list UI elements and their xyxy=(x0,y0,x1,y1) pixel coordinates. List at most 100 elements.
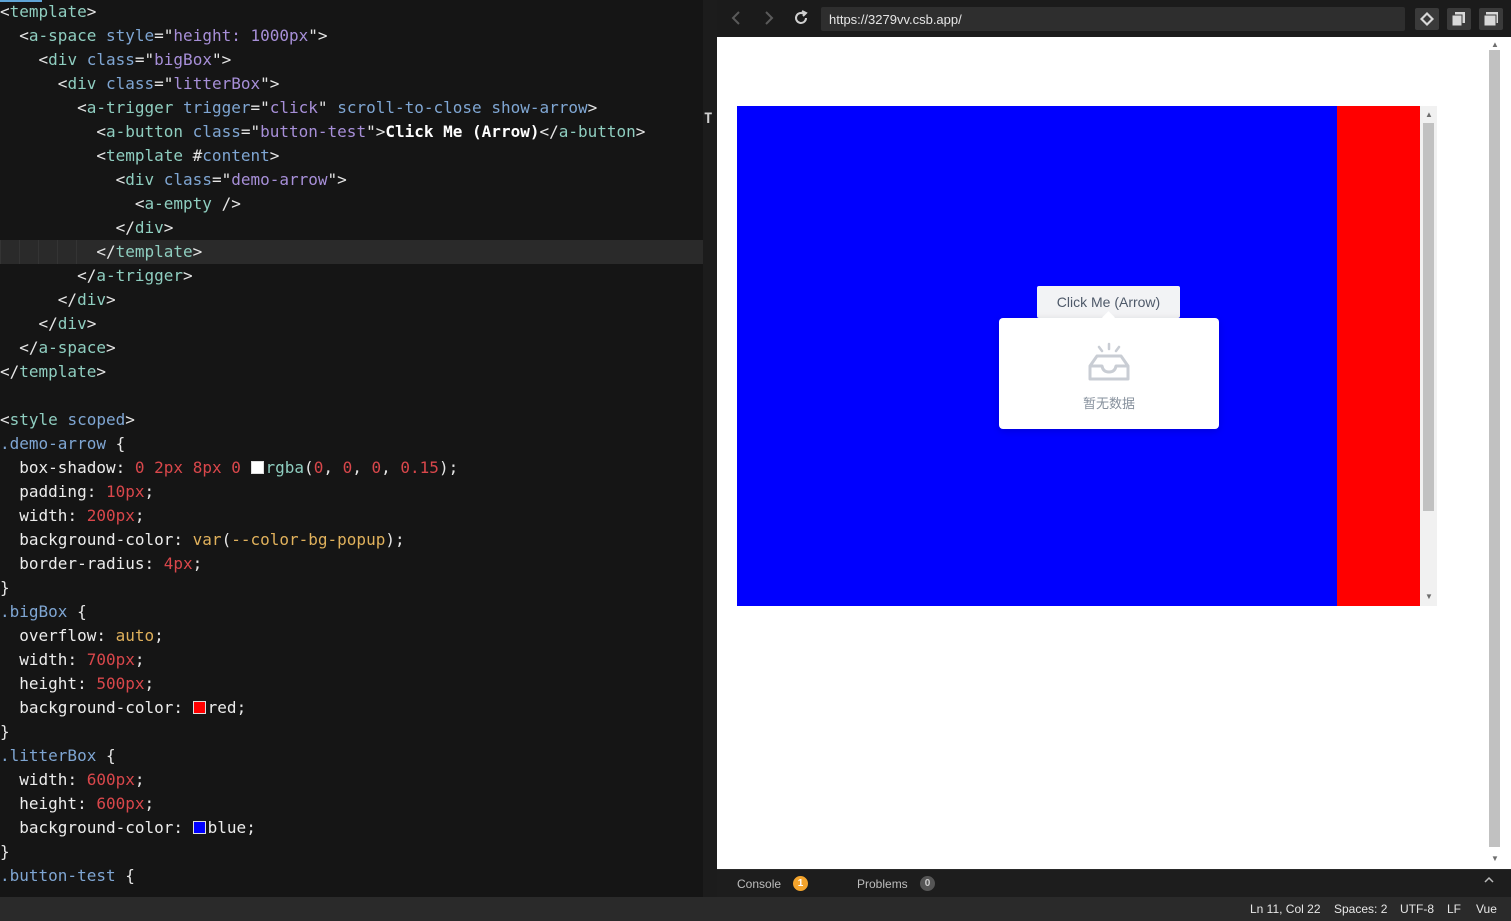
text-cursor-icon: T xyxy=(704,111,713,127)
code-token: </ xyxy=(0,362,20,381)
code-token: var xyxy=(192,530,222,549)
code-token: < xyxy=(0,2,10,21)
code-token: overflow xyxy=(0,626,97,645)
code-token: a-empty xyxy=(144,194,212,213)
code-line[interactable]: <a-button class="button-test">Click Me (… xyxy=(0,120,703,144)
code-line[interactable]: .bigBox { xyxy=(0,600,703,624)
code-editor[interactable]: <template> <a-space style="height: 1000p… xyxy=(0,0,703,897)
code-token: > xyxy=(86,2,97,21)
scroll-down-arrow-icon[interactable]: ▼ xyxy=(1491,855,1499,863)
code-token: .litterBox xyxy=(0,746,97,765)
code-token: a-space xyxy=(28,26,97,45)
code-line[interactable]: </div> xyxy=(0,312,703,336)
code-line[interactable]: overflow: auto; xyxy=(0,624,703,648)
code-line[interactable] xyxy=(0,888,703,897)
big-box-scroll-up-icon[interactable]: ▲ xyxy=(1425,111,1433,119)
chevron-up-icon[interactable] xyxy=(1483,874,1495,889)
encoding[interactable]: UTF-8 xyxy=(1400,902,1434,916)
code-line[interactable]: <template> xyxy=(0,0,703,24)
code-token: /> xyxy=(211,194,241,213)
code-token: div xyxy=(48,50,78,69)
code-line[interactable]: </template> xyxy=(0,240,703,264)
code-token: ; xyxy=(144,794,155,813)
reload-button[interactable] xyxy=(791,8,811,28)
code-token: div xyxy=(67,74,97,93)
code-token: height xyxy=(0,674,78,693)
code-token: </ xyxy=(0,338,39,357)
code-line[interactable]: background-color: blue; xyxy=(0,816,703,840)
code-token: class xyxy=(163,170,212,189)
code-line[interactable]: </div> xyxy=(0,288,703,312)
code-line[interactable]: <a-empty /> xyxy=(0,192,703,216)
code-line[interactable]: <a-space style="height: 1000px"> xyxy=(0,24,703,48)
open-new-window-icon xyxy=(1451,12,1465,27)
code-token: < xyxy=(0,410,10,429)
code-token: =" xyxy=(134,50,155,69)
code-token: < xyxy=(0,194,145,213)
code-line[interactable]: </a-space> xyxy=(0,336,703,360)
code-line[interactable]: } xyxy=(0,720,703,744)
cursor-position[interactable]: Ln 11, Col 22 xyxy=(1250,902,1321,916)
chevron-left-icon xyxy=(731,11,740,25)
code-line[interactable]: height: 600px; xyxy=(0,792,703,816)
demo-arrow-popup: 暂无数据 xyxy=(999,318,1219,429)
url-input[interactable] xyxy=(821,7,1405,31)
scroll-up-arrow-icon[interactable]: ▲ xyxy=(1491,41,1499,49)
code-line[interactable]: .button-test { xyxy=(0,864,703,888)
color-swatch[interactable] xyxy=(192,701,206,714)
code-line[interactable]: background-color: red; xyxy=(0,696,703,720)
code-line[interactable]: width: 600px; xyxy=(0,768,703,792)
toggle-panel-button[interactable] xyxy=(1479,8,1503,30)
code-line[interactable]: </div> xyxy=(0,216,703,240)
code-token: =" xyxy=(211,170,232,189)
code-line[interactable]: .litterBox { xyxy=(0,744,703,768)
indentation[interactable]: Spaces: 2 xyxy=(1334,902,1387,916)
code-line[interactable]: border-radius: 4px; xyxy=(0,552,703,576)
line-ending[interactable]: LF xyxy=(1447,902,1461,916)
code-line[interactable]: height: 500px; xyxy=(0,672,703,696)
back-button[interactable] xyxy=(727,8,747,28)
color-swatch[interactable] xyxy=(192,821,206,834)
big-box-scroll-down-icon[interactable]: ▼ xyxy=(1425,593,1433,601)
code-line[interactable]: <a-trigger trigger="click" scroll-to-clo… xyxy=(0,96,703,120)
code-line[interactable]: .demo-arrow { xyxy=(0,432,703,456)
code-token: : xyxy=(144,554,164,573)
code-token: ( xyxy=(304,458,314,477)
code-line[interactable]: width: 200px; xyxy=(0,504,703,528)
code-line[interactable]: <div class="bigBox"> xyxy=(0,48,703,72)
indent-guide xyxy=(19,240,20,264)
code-token: template xyxy=(19,362,97,381)
code-line[interactable]: </template> xyxy=(0,360,703,384)
code-token: bigBox xyxy=(154,50,212,69)
code-line[interactable]: width: 700px; xyxy=(0,648,703,672)
codesandbox-button[interactable] xyxy=(1415,8,1439,30)
code-line[interactable]: <template #content> xyxy=(0,144,703,168)
empty-text: 暂无数据 xyxy=(1082,397,1135,412)
language-mode[interactable]: Vue xyxy=(1476,902,1497,916)
open-new-window-button[interactable] xyxy=(1447,8,1471,30)
code-line[interactable] xyxy=(0,384,703,408)
code-token: > xyxy=(192,242,203,261)
code-line[interactable]: background-color: var(--color-bg-popup); xyxy=(0,528,703,552)
code-line[interactable]: </a-trigger> xyxy=(0,264,703,288)
tab-problems[interactable]: Problems xyxy=(857,877,908,891)
code-token: ); xyxy=(385,530,405,549)
code-line[interactable]: <div class="litterBox"> xyxy=(0,72,703,96)
code-line[interactable]: padding: 10px; xyxy=(0,480,703,504)
code-token: width xyxy=(0,650,68,669)
big-box-scrollbar-thumb[interactable] xyxy=(1423,123,1434,511)
code-token: </ xyxy=(0,218,135,237)
code-line[interactable]: <div class="demo-arrow"> xyxy=(0,168,703,192)
color-swatch[interactable] xyxy=(250,461,264,474)
code-line[interactable]: <style scoped> xyxy=(0,408,703,432)
code-line[interactable]: box-shadow: 0 2px 8px 0 rgba(0, 0, 0, 0.… xyxy=(0,456,703,480)
code-line[interactable]: } xyxy=(0,840,703,864)
editor-scrollbar[interactable] xyxy=(703,0,717,897)
tab-console[interactable]: Console xyxy=(737,877,781,891)
code-line[interactable]: } xyxy=(0,576,703,600)
forward-button[interactable] xyxy=(758,8,778,28)
code-token: : xyxy=(77,794,97,813)
code-token: =" xyxy=(250,98,270,117)
preview-scrollbar-thumb[interactable] xyxy=(1489,50,1500,847)
